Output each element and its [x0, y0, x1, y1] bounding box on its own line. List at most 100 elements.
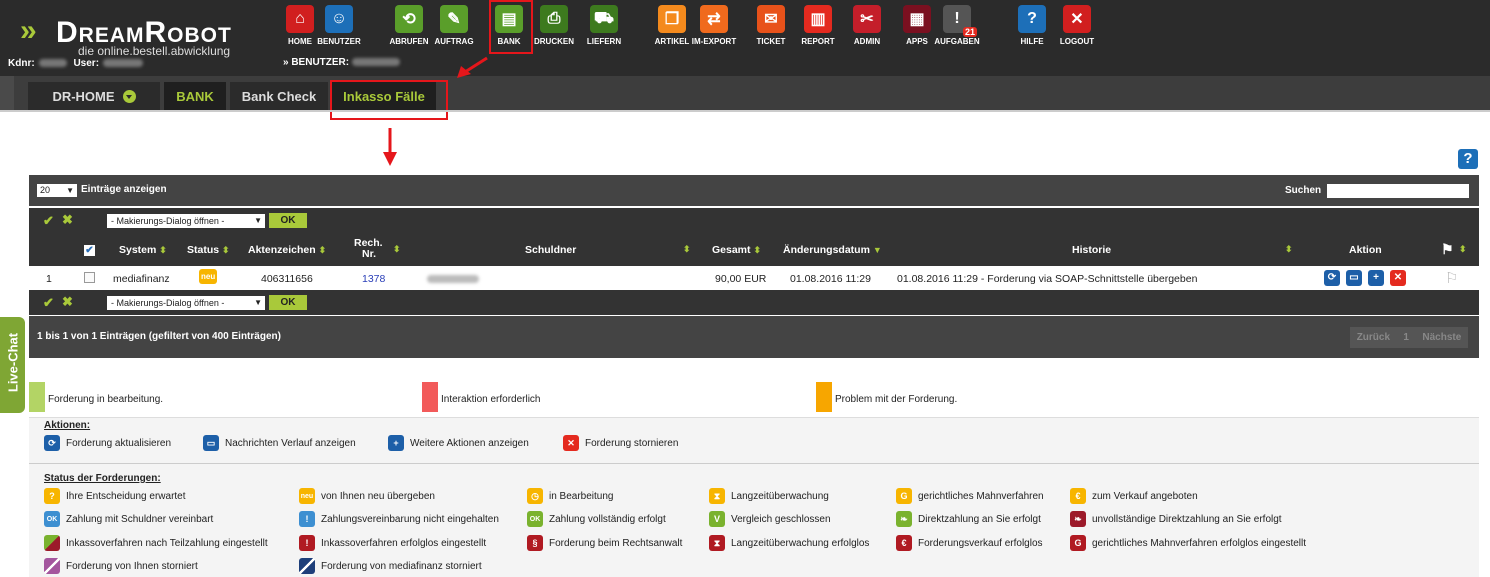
live-chat-button[interactable]: Live-Chat	[0, 317, 25, 413]
status-legend-item: Forderung von Ihnen storniert	[44, 558, 198, 574]
user-icon: ☺	[325, 5, 353, 33]
redacted-user	[103, 59, 144, 68]
row-schuldner	[427, 273, 479, 285]
tab-bank[interactable]: BANK	[164, 82, 226, 110]
sort-icon[interactable]: ⬍	[1285, 244, 1293, 255]
uncheck-all-icon[interactable]: ✖	[62, 294, 73, 310]
status-legend-item: ! Zahlungsvereinbarung nicht eingehalten	[299, 511, 499, 527]
page-1-button[interactable]: 1	[1403, 332, 1409, 343]
col-rech-nr[interactable]: Rech. Nr.	[354, 238, 383, 260]
nav-drucken[interactable]: ⎙ DRUCKEN	[529, 5, 579, 46]
refresh-icon: ⟳	[44, 435, 60, 451]
status-legend-item: OK Zahlung vollständig erfolgt	[527, 511, 666, 527]
status-legend-item: § Forderung beim Rechtsanwalt	[527, 535, 682, 551]
dropdown-icon[interactable]	[122, 89, 136, 103]
redacted-kdnr	[38, 59, 67, 68]
pager: Zurück 1 Nächste	[1350, 327, 1468, 348]
legend-swatch	[422, 382, 438, 412]
check-all-icon[interactable]: ✔	[43, 295, 54, 311]
printer-icon: ⎙	[540, 5, 568, 33]
col-schuldner[interactable]: Schuldner	[525, 244, 576, 256]
tab-bar-stripe	[0, 76, 14, 110]
order-icon: ✎	[440, 5, 468, 33]
col-aktenzeichen[interactable]: Aktenzeichen ⬍	[248, 244, 326, 256]
g-red-icon: G	[1070, 535, 1086, 551]
table-row[interactable]: 1 mediafinanz neu 406311656 1378 90,00 E…	[29, 266, 1479, 290]
sync-icon: ⇄	[700, 5, 728, 33]
tab-bank-check[interactable]: Bank Check	[230, 82, 328, 110]
message-icon[interactable]: ▭	[1346, 270, 1362, 286]
nav-abrufen[interactable]: ⟲ ABRUFEN	[384, 5, 434, 46]
page-size-select[interactable]: 20	[37, 184, 77, 197]
status-title: Status der Forderungen:	[44, 473, 161, 484]
row-gesamt: 90,00 EUR	[715, 273, 767, 285]
nav-logout[interactable]: ✕ LOGOUT	[1052, 5, 1102, 46]
delivery-icon: ⛟	[590, 5, 618, 33]
row-checkbox[interactable]	[84, 272, 95, 283]
exclamation-red-icon: !	[299, 535, 315, 551]
customer-info: Kdnr: User:	[8, 58, 147, 69]
status-legend-item: V Vergleich geschlossen	[709, 511, 831, 527]
nav-benutzer[interactable]: ☺ BENUTZER	[314, 5, 364, 46]
logo-tagline: die online.bestell.abwicklung	[78, 44, 231, 58]
nav-hilfe[interactable]: ? HILFE	[1007, 5, 1057, 46]
table-header: ✔ System ⬍ Status ⬍ Aktenzeichen ⬍ Rech.…	[29, 233, 1479, 266]
ok-button[interactable]: OK	[269, 213, 307, 228]
cancel-icon[interactable]: ✕	[1390, 270, 1406, 286]
row-aktenzeichen: 406311656	[261, 273, 313, 285]
sort-icon: ⬍	[318, 245, 327, 255]
search-input[interactable]	[1327, 184, 1469, 198]
refresh-icon[interactable]: ⟳	[1324, 270, 1340, 286]
table-info: 1 bis 1 von 1 Einträgen (gefiltert von 4…	[37, 331, 281, 342]
exclamation-icon: !	[299, 511, 315, 527]
paragraph-icon: §	[527, 535, 543, 551]
nav-ticket[interactable]: ✉ TICKET	[746, 5, 796, 46]
select-all-checkbox[interactable]: ✔	[84, 245, 95, 256]
nav-im-export[interactable]: ⇄ IM-EXPORT	[689, 5, 739, 46]
ok-button[interactable]: OK	[269, 295, 307, 310]
bank-highlight-box	[489, 0, 533, 54]
bulk-action-bar-bottom: ✔ ✖ - Makierungs-Dialog öffnen - OK	[29, 290, 1479, 315]
sort-icon[interactable]: ⬍	[683, 244, 691, 255]
uncheck-all-icon[interactable]: ✖	[62, 212, 73, 228]
col-system[interactable]: System ⬍	[119, 244, 167, 256]
status-legend-item: ❧ unvollständige Direktzahlung an Sie erf…	[1070, 511, 1282, 527]
row-rechnr-link[interactable]: 1378	[362, 273, 385, 285]
col-aenderungsdatum[interactable]: Änderungsdatum ▼	[783, 244, 882, 256]
plus-icon[interactable]: +	[1368, 270, 1384, 286]
help-button[interactable]: ?	[1458, 149, 1478, 169]
sort-icon[interactable]: ⬍	[393, 244, 401, 255]
mark-dialog-select[interactable]: - Makierungs-Dialog öffnen -	[107, 296, 265, 310]
col-historie[interactable]: Historie	[1072, 244, 1111, 256]
status-legend-item: € zum Verkauf angeboten	[1070, 488, 1198, 504]
home-icon: ⌂	[286, 5, 314, 33]
aktion-legend-item: + Weitere Aktionen anzeigen	[388, 435, 529, 451]
check-all-icon[interactable]: ✔	[43, 213, 54, 229]
status-legend-item: ◷ in Bearbeitung	[527, 488, 614, 504]
prev-button[interactable]: Zurück	[1357, 332, 1390, 343]
status-neu-icon: neu	[199, 269, 218, 284]
entries-label: Einträge anzeigen	[81, 184, 167, 195]
next-button[interactable]: Nächste	[1422, 332, 1461, 343]
aktion-legend-item: ✕ Forderung stornieren	[563, 435, 678, 451]
col-status[interactable]: Status ⬍	[187, 244, 230, 256]
box-icon: ❒	[658, 5, 686, 33]
split-green-red-icon	[44, 535, 60, 551]
ok-green-icon: OK	[527, 511, 543, 527]
nav-report[interactable]: ▥ REPORT	[793, 5, 843, 46]
mark-dialog-select[interactable]: - Makierungs-Dialog öffnen -	[107, 214, 265, 228]
col-gesamt[interactable]: Gesamt ⬍	[712, 244, 761, 256]
tab-dr-home[interactable]: DR-HOME	[28, 82, 160, 110]
top-bar: » DreamRobot die online.bestell.abwicklu…	[0, 0, 1490, 76]
money-icon: ❧	[896, 511, 912, 527]
sort-icon[interactable]: ⬍	[1459, 244, 1467, 255]
nav-admin[interactable]: ✂ ADMIN	[842, 5, 892, 46]
flag-icon[interactable]: ⚑	[1441, 241, 1454, 258]
tools-icon: ✂	[853, 5, 881, 33]
nav-aufgaben[interactable]: ! 21 AUFGABEN	[932, 5, 982, 46]
table-footer: 1 bis 1 von 1 Einträgen (gefiltert von 4…	[29, 316, 1479, 358]
nav-auftrag[interactable]: ✎ AUFTRAG	[429, 5, 479, 46]
plus-icon: +	[388, 435, 404, 451]
nav-liefern[interactable]: ⛟ LIEFERN	[579, 5, 629, 46]
flag-icon[interactable]: ⚐	[1445, 269, 1458, 287]
